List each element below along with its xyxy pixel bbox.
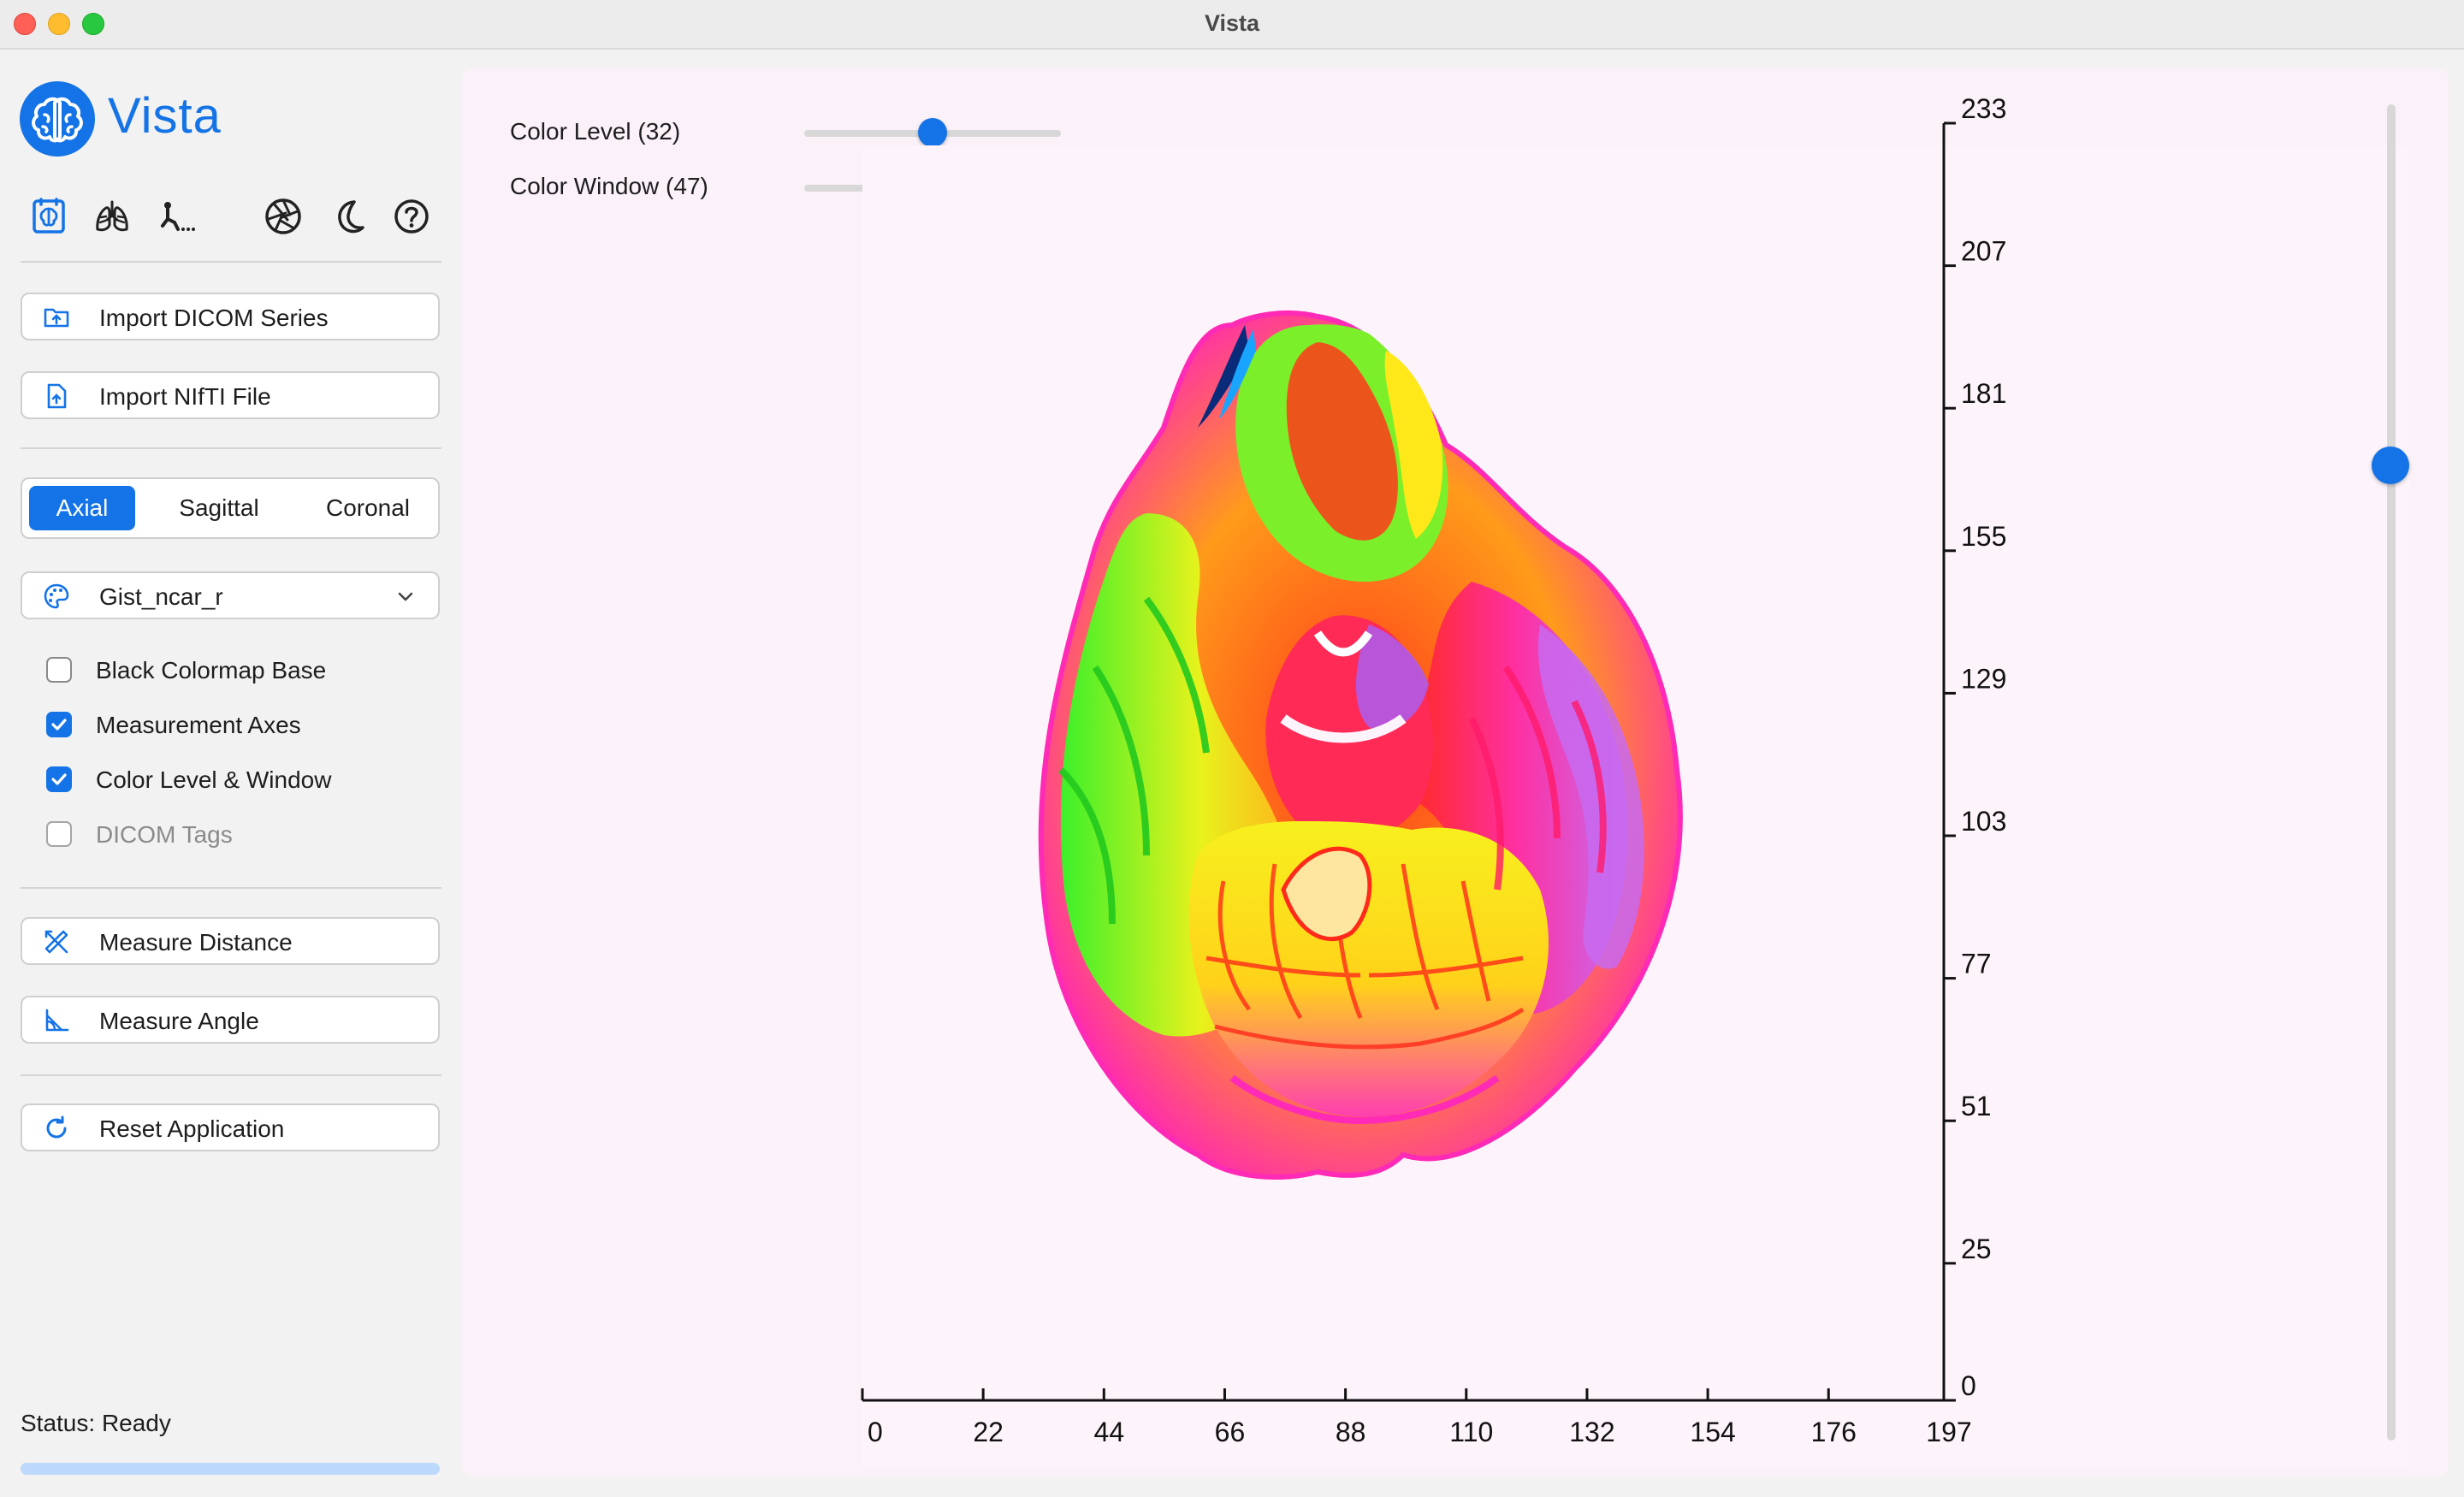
reset-application-label: Reset Application [99, 1115, 285, 1142]
folder-upload-icon [44, 308, 69, 328]
x-tick-label: 176 [1811, 1417, 1857, 1447]
x-tick-label: 66 [1215, 1417, 1246, 1447]
y-tick-label: 181 [1961, 378, 2006, 409]
status-text: Status: Ready [21, 1410, 171, 1436]
view-mode-axial[interactable]: Axial [29, 486, 135, 530]
import-dicom-label: Import DICOM Series [99, 305, 329, 331]
file-upload-icon [47, 383, 67, 409]
y-tick-label: 155 [1961, 521, 2006, 552]
colormap-dropdown[interactable]: Gist_ncar_r [21, 571, 440, 619]
progress-bar [21, 1463, 440, 1475]
x-tick-label: 110 [1449, 1417, 1493, 1447]
import-nifti-label: Import NIfTI File [99, 383, 271, 410]
import-nifti-button[interactable]: Import NIfTI File [21, 371, 440, 419]
refresh-icon [46, 1115, 67, 1139]
color-level-window-label: Color Level & Window [96, 766, 332, 793]
divider [21, 887, 441, 889]
reset-application-button[interactable]: Reset Application [21, 1104, 440, 1151]
measure-angle-button[interactable]: Measure Angle [21, 996, 440, 1044]
chevron-down-icon [398, 592, 413, 601]
measure-angle-label: Measure Angle [99, 1008, 259, 1034]
checkmark-icon [51, 719, 67, 731]
y-tick-label: 129 [1961, 663, 2006, 694]
view-mode-coronal[interactable]: Coronal [308, 486, 428, 530]
view-mode-selector: Axial Sagittal Coronal [21, 477, 440, 539]
import-dicom-button[interactable]: Import DICOM Series [21, 293, 440, 340]
lungs-icon[interactable] [92, 197, 132, 236]
title-bar: Vista [0, 0, 2464, 50]
x-tick-label: 132 [1569, 1417, 1614, 1447]
x-tick-label: 22 [973, 1417, 1004, 1447]
x-tick-label: 88 [1336, 1417, 1366, 1447]
y-tick-label: 51 [1961, 1091, 1992, 1121]
y-tick-label: 233 [1961, 93, 2006, 124]
y-tick-label: 25 [1961, 1234, 1992, 1264]
slice-plot: 0 22 44 66 88 110 132 154 176 197 0 25 51 77 103 129 15… [861, 93, 2409, 1467]
black-base-label: Black Colormap Base [96, 657, 327, 683]
window-title: Vista [1204, 10, 1260, 36]
color-level-window-checkbox[interactable] [46, 766, 72, 792]
y-tick-label: 103 [1961, 806, 2006, 837]
brain-logo-icon [20, 81, 95, 157]
x-tick-label: 44 [1094, 1417, 1125, 1447]
colormap-selected: Gist_ncar_r [99, 583, 223, 610]
divider [21, 447, 441, 449]
measure-distance-button[interactable]: Measure Distance [21, 917, 440, 965]
slice-slider[interactable] [2372, 104, 2409, 1441]
moon-icon[interactable] [329, 197, 368, 236]
slice-slider-thumb[interactable] [2372, 446, 2409, 484]
y-tick-label: 207 [1961, 236, 2006, 267]
app-name: Vista [108, 88, 222, 144]
y-tick-label: 0 [1961, 1370, 1976, 1401]
bone-icon[interactable] [157, 197, 197, 236]
x-tick-label: 154 [1690, 1417, 1735, 1447]
divider [21, 261, 441, 263]
measure-distance-label: Measure Distance [99, 929, 293, 956]
measurement-axes-label: Measurement Axes [96, 712, 301, 738]
divider [21, 1074, 441, 1076]
dicom-tags-checkbox[interactable] [46, 821, 72, 847]
checkmark-icon [51, 773, 67, 785]
aperture-icon[interactable] [264, 197, 303, 236]
palette-icon [44, 583, 69, 609]
angle-icon [45, 1009, 69, 1032]
x-tick-label: 197 [1926, 1417, 1971, 1447]
ruler-pencil-icon [44, 930, 68, 954]
y-tick-label: 77 [1961, 949, 1992, 979]
x-tick-label: 0 [868, 1417, 883, 1447]
dicom-tags-label: DICOM Tags [96, 821, 233, 848]
help-icon[interactable] [392, 197, 431, 236]
image-viewer-panel: Color Level (32) Color Window (47) 0 22 … [462, 68, 2449, 1476]
app-window: Vista Vista Import DICOM Series Import N… [0, 0, 2464, 1497]
black-base-checkbox[interactable] [46, 657, 72, 683]
measurement-axes-checkbox[interactable] [46, 712, 72, 737]
brain-scan-icon[interactable] [29, 197, 68, 236]
view-mode-sagittal[interactable]: Sagittal [159, 486, 279, 530]
sidebar: Vista Import DICOM Series Import NIfTI F… [0, 50, 462, 1497]
